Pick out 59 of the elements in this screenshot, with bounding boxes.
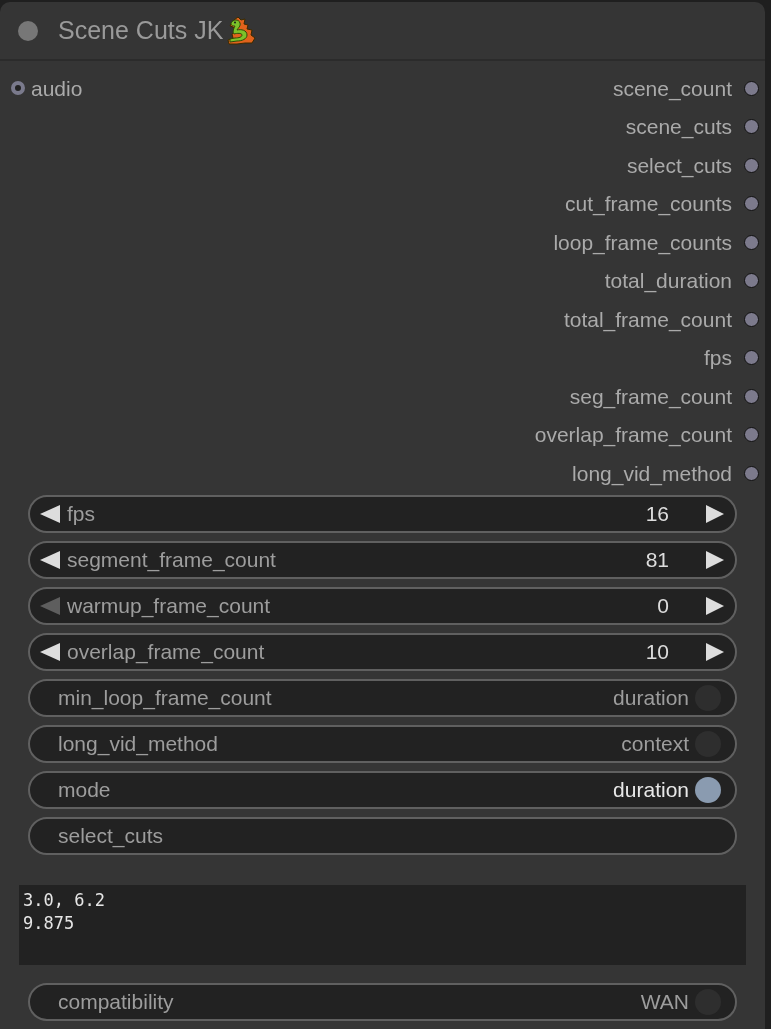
- left-arrow-icon[interactable]: [40, 550, 60, 569]
- output-label: total_duration: [604, 268, 732, 295]
- textarea-field[interactable]: 3.0, 6.2 9.875: [19, 884, 746, 965]
- input-label: audio: [31, 75, 83, 102]
- widget-value: WAN: [640, 988, 689, 1015]
- widget-label: warmup_frame_count: [67, 592, 271, 620]
- left-arrow-icon[interactable]: [40, 504, 60, 523]
- output-label: long_vid_method: [572, 460, 732, 488]
- toggle-widget[interactable]: long_vid_method context: [28, 724, 737, 763]
- output-slot-icon[interactable]: [744, 350, 759, 366]
- right-arrow-icon[interactable]: [706, 550, 724, 569]
- output-slot-icon[interactable]: [744, 273, 759, 289]
- output-slot-icon[interactable]: [744, 311, 759, 327]
- right-arrow-icon[interactable]: [706, 642, 724, 661]
- output-slot-icon[interactable]: [744, 465, 759, 481]
- dragon-icon: [225, 15, 258, 46]
- output-label: overlap_frame_count: [534, 422, 732, 449]
- node-title: Scene Cuts JK: [58, 14, 224, 46]
- left-arrow-icon[interactable]: [40, 642, 60, 661]
- output-slot-icon[interactable]: [744, 427, 759, 443]
- widget-label: fps: [67, 500, 95, 527]
- output-label: loop_frame_counts: [553, 229, 732, 257]
- output-slot-icon[interactable]: [744, 234, 759, 250]
- widget-label: overlap_frame_count: [67, 638, 265, 666]
- right-arrow-icon[interactable]: [706, 504, 724, 523]
- widget-value: duration: [613, 776, 689, 803]
- output-label: select_cuts: [626, 152, 732, 180]
- toggle-widget[interactable]: mode duration: [28, 770, 737, 809]
- output-slot-icon[interactable]: [744, 119, 759, 135]
- output-label: scene_count: [612, 75, 732, 103]
- input-slot-icon[interactable]: [11, 81, 25, 96]
- number-widget[interactable]: segment_frame_count 81: [28, 540, 737, 579]
- output-label: fps: [704, 345, 732, 371]
- output-slot-icon[interactable]: [744, 196, 759, 212]
- output-label: total_frame_count: [563, 306, 732, 334]
- output-label: seg_frame_count: [569, 383, 732, 411]
- toggle-widget[interactable]: compatibility WAN: [28, 982, 737, 1021]
- widget-value: 10: [645, 638, 669, 665]
- output-slot-icon[interactable]: [744, 388, 759, 404]
- widget-value: 81: [645, 546, 669, 573]
- right-arrow-icon[interactable]: [706, 596, 724, 615]
- number-widget[interactable]: warmup_frame_count 0: [28, 586, 737, 625]
- widget-label: segment_frame_count: [67, 546, 276, 574]
- toggle-widget[interactable]: min_loop_frame_count duration: [28, 678, 737, 717]
- widget-label: mode: [58, 776, 111, 803]
- widget-label: compatibility: [58, 988, 174, 1015]
- widget-value: context: [621, 730, 689, 757]
- number-widget[interactable]: overlap_frame_count 10: [28, 632, 737, 671]
- output-slot-icon[interactable]: [744, 157, 759, 173]
- text-widget-field[interactable]: select_cuts: [28, 816, 737, 855]
- widget-value: 0: [657, 592, 669, 619]
- output-label: scene_cuts: [625, 114, 732, 141]
- number-widget[interactable]: fps 16: [28, 494, 737, 533]
- output-slot-icon[interactable]: [744, 80, 759, 96]
- widget-value: duration: [613, 684, 689, 711]
- widget-value: 16: [645, 500, 669, 527]
- output-label: cut_frame_counts: [565, 191, 732, 218]
- widget-label: long_vid_method: [58, 730, 218, 758]
- widget-label: min_loop_frame_count: [58, 684, 272, 712]
